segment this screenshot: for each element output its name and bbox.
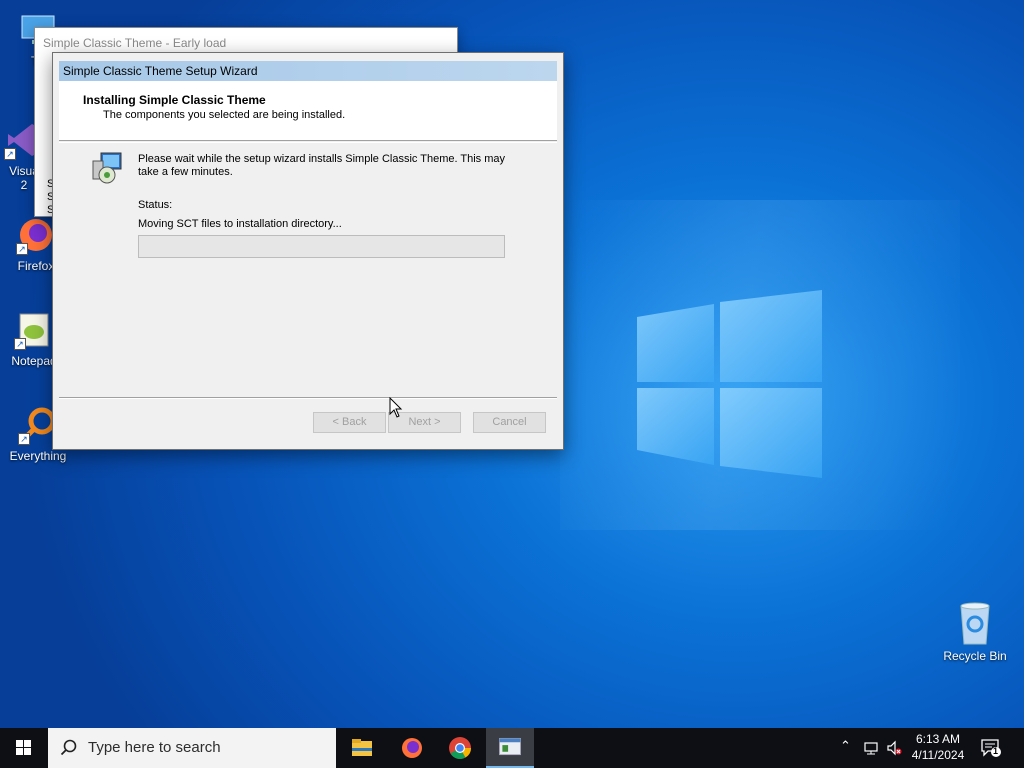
install-progress-bar: [138, 235, 505, 258]
file-explorer-icon[interactable]: [338, 728, 386, 768]
windows-wallpaper-logo: [637, 290, 822, 478]
setup-installer-icon: [92, 152, 122, 184]
chevron-up-icon[interactable]: ⌃: [840, 738, 856, 754]
taskbar-clock[interactable]: 6:13 AM 4/11/2024: [906, 731, 970, 763]
shortcut-arrow-icon: ↗: [4, 148, 16, 160]
header-divider: [59, 142, 557, 143]
recycle-bin-label: Recycle Bin: [943, 649, 1007, 663]
shortcut-arrow-icon: ↗: [18, 433, 30, 445]
taskbar-search-box[interactable]: Type here to search: [48, 728, 336, 768]
clock-date: 4/11/2024: [911, 748, 965, 762]
volume-muted-icon[interactable]: [886, 740, 902, 756]
chrome-taskbar-icon[interactable]: [436, 728, 484, 768]
install-description: Please wait while the setup wizard insta…: [138, 153, 506, 178]
desktop-icon-recycle-bin[interactable]: Recycle Bin: [938, 600, 1012, 663]
back-button[interactable]: < Back: [313, 412, 386, 433]
search-placeholder: Type here to search: [88, 739, 221, 756]
network-icon[interactable]: [863, 740, 879, 756]
recycle-bin-icon: [960, 602, 990, 645]
status-text: Moving SCT files to installation directo…: [138, 218, 342, 230]
desktop-icon-label: Firefox: [17, 259, 55, 273]
footer-divider: [59, 397, 557, 399]
header-subtitle: The components you selected are being in…: [103, 109, 346, 121]
notepad-plus-plus-icon: ↗: [14, 310, 54, 350]
cancel-button[interactable]: Cancel: [473, 412, 546, 433]
mouse-cursor-icon: [389, 397, 403, 418]
taskbar: Type here to search ⌃ 6:13 AM 4/11/2024: [0, 728, 1024, 768]
firefox-icon: ↗: [16, 215, 56, 255]
setup-wizard-header: Installing Simple Classic Theme The comp…: [59, 81, 557, 141]
notification-center-button[interactable]: 1: [980, 738, 1002, 758]
search-icon: [60, 739, 77, 756]
desktop-icon-label: Everything: [9, 449, 67, 463]
shortcut-arrow-icon: ↗: [16, 243, 28, 255]
status-label: Status:: [138, 199, 173, 211]
header-title: Installing Simple Classic Theme: [83, 93, 266, 107]
setup-wizard-taskbar-icon[interactable]: [486, 728, 534, 768]
shortcut-arrow-icon: ↗: [14, 338, 26, 350]
notification-count-badge: 1: [993, 746, 999, 756]
clock-time: 6:13 AM: [915, 732, 961, 746]
start-button-windows-icon[interactable]: [0, 728, 48, 768]
desktop-icon-label: Notepad: [11, 354, 57, 368]
firefox-taskbar-icon[interactable]: [388, 728, 436, 768]
setup-wizard-title[interactable]: Simple Classic Theme Setup Wizard: [59, 61, 557, 81]
setup-wizard-window[interactable]: Simple Classic Theme Setup Wizard Instal…: [52, 52, 564, 450]
